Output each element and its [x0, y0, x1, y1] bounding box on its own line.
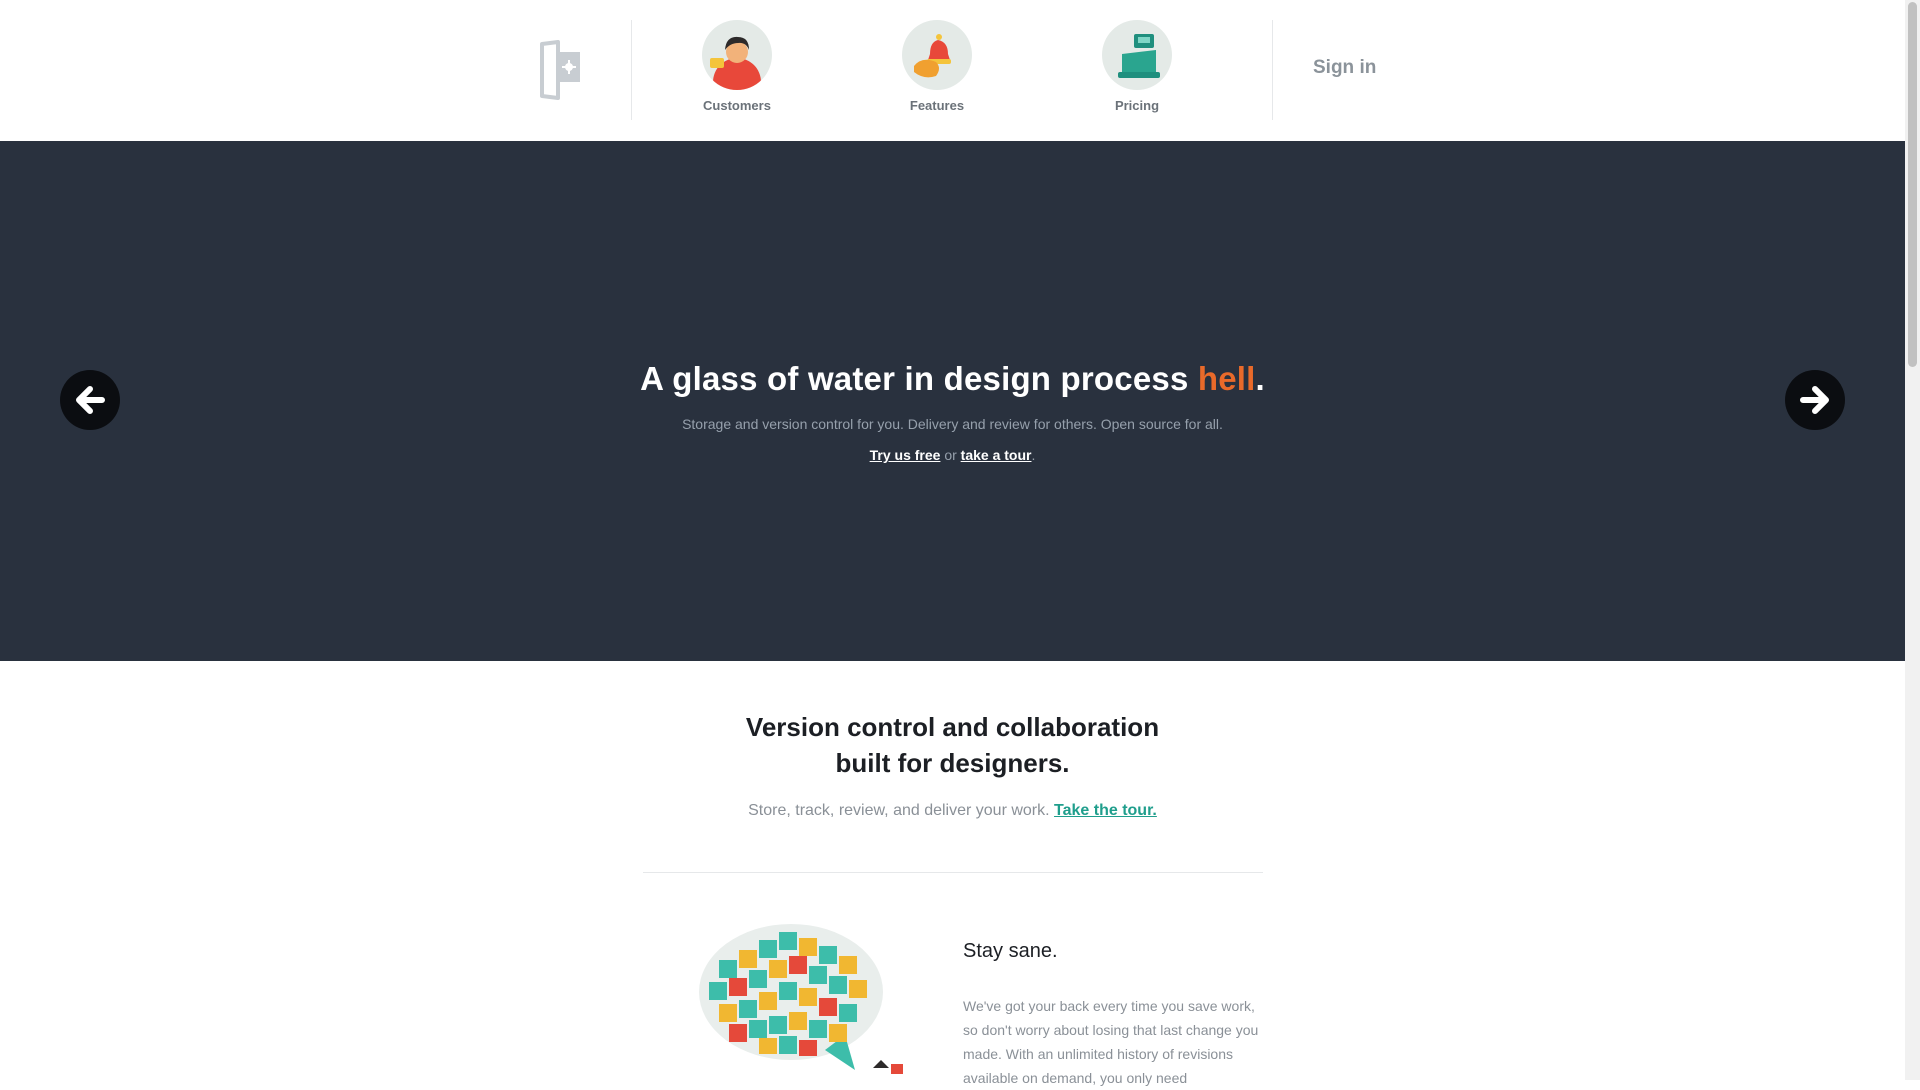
- feature-heading: Stay sane.: [963, 940, 1058, 962]
- section-divider: [643, 872, 1263, 873]
- cash-register-icon: [1102, 20, 1172, 90]
- scrollbar-thumb[interactable]: [1908, 2, 1917, 367]
- bell-icon: [902, 20, 972, 90]
- nav-label-customers: Customers: [703, 98, 771, 113]
- hero-headline: A glass of water in design process hell.: [0, 360, 1905, 398]
- hero-cta: Try us free or take a tour.: [0, 447, 1905, 463]
- file-bubble-illustration: [695, 920, 915, 1085]
- take-the-tour-link[interactable]: Take the tour.: [1054, 802, 1157, 819]
- hero-headline-period: .: [1255, 360, 1265, 397]
- nav-label-pricing: Pricing: [1114, 98, 1160, 113]
- section-heading-line-1: Version control and collaboration: [745, 712, 1160, 742]
- try-free-link[interactable]: Try us free: [870, 447, 941, 463]
- section-subtitle: Store, track, review, and deliver your w…: [0, 802, 1905, 820]
- carousel-next-button[interactable]: [1785, 370, 1845, 430]
- logo-icon[interactable]: [536, 40, 586, 100]
- nav-features[interactable]: Features: [882, 20, 992, 120]
- nav-label-features: Features: [909, 98, 965, 113]
- hero-banner: A glass of water in design process hell.…: [0, 141, 1905, 661]
- customer-avatar-icon: [702, 20, 772, 90]
- section-heading-line-2: built for designers.: [835, 748, 1070, 778]
- hero-cta-period: .: [1031, 447, 1036, 463]
- nav-customers[interactable]: Customers: [682, 20, 792, 120]
- top-nav-bar: Customers Features Pricing Sign in: [0, 0, 1905, 141]
- nav-pricing[interactable]: Pricing: [1082, 20, 1192, 120]
- hero-headline-text: A glass of water in design process: [640, 360, 1198, 397]
- section-subtitle-text: Store, track, review, and deliver your w…: [748, 802, 1055, 819]
- hero-subtitle: Storage and version control for you. Del…: [682, 416, 1223, 432]
- feature-description: We've got your back every time you save …: [963, 998, 1259, 1086]
- arrow-right-icon: [1800, 386, 1829, 414]
- sign-in-link[interactable]: Sign in: [1313, 57, 1376, 79]
- hero-headline-accent: hell: [1197, 360, 1256, 397]
- take-tour-link[interactable]: take a tour: [961, 447, 1032, 463]
- nav-divider: [631, 20, 632, 120]
- section-heading: Version control and collaboration built …: [0, 709, 1905, 781]
- hero-or-text: or: [940, 447, 961, 463]
- page-scrollbar[interactable]: [1905, 0, 1920, 1080]
- nav-divider: [1272, 20, 1273, 120]
